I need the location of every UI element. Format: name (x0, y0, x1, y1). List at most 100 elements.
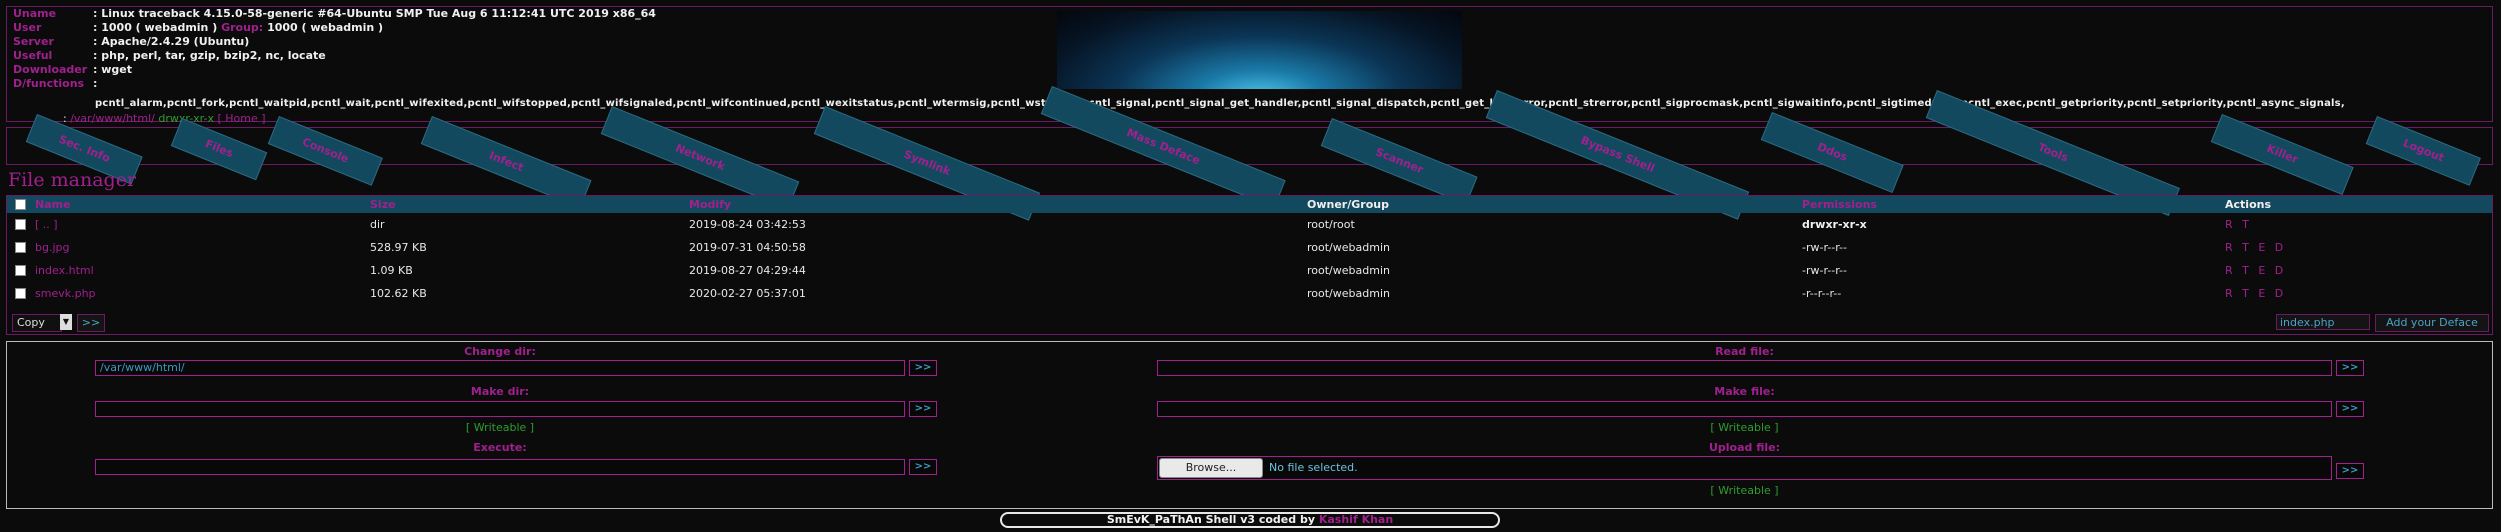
chevron-down-icon[interactable]: ▼ (60, 314, 72, 330)
user-row: User: 1000 ( webadmin ) Group: 1000 ( we… (13, 21, 384, 34)
file-modify: 2019-08-27 04:29:44 (689, 264, 806, 277)
select-all-checkbox[interactable] (15, 199, 26, 210)
uname-row: Uname: Linux traceback 4.15.0-58-generic… (13, 7, 656, 20)
file-name-link[interactable]: bg.jpg (35, 239, 69, 256)
file-perms[interactable]: -rw-r--r-- (1802, 262, 1847, 279)
file-size: 1.09 KB (370, 264, 413, 277)
table-header: Name Size Modify Owner/Group Permissions… (7, 196, 2492, 213)
group-value: 1000 ( webadmin ) (267, 21, 384, 34)
file-owner: root/webadmin (1307, 287, 1390, 300)
table-row: index.html 1.09 KB 2019-08-27 04:29:44 r… (7, 262, 2492, 280)
change-dir-input[interactable]: /var/www/html/ (95, 360, 905, 376)
upload-writeable-status: [ Writeable ] (1710, 484, 1779, 497)
table-row: smevk.php 102.62 KB 2020-02-27 05:37:01 … (7, 285, 2492, 303)
row-checkbox[interactable] (15, 219, 26, 230)
home-link[interactable]: [ Home ] (217, 112, 265, 125)
make-file-writeable-status: [ Writeable ] (1710, 421, 1779, 434)
user-label: User (13, 21, 42, 34)
file-owner: root/root (1307, 218, 1355, 231)
change-dir-label: Change dir: (464, 345, 536, 358)
useful-row: Useful: php, perl, tar, gzip, bzip2, nc,… (13, 49, 326, 62)
server-row: Server: Apache/2.4.29 (Ubuntu) (13, 35, 250, 48)
file-modify: 2019-07-31 04:50:58 (689, 241, 806, 254)
useful-label: Useful (13, 49, 53, 62)
downloader-row: Downloader: wget (13, 63, 132, 76)
row-checkbox[interactable] (15, 242, 26, 253)
read-file-input[interactable] (1157, 360, 2332, 376)
col-actions: Actions (2225, 198, 2271, 211)
nav-files[interactable]: Files (170, 118, 268, 181)
file-table: Name Size Modify Owner/Group Permissions… (6, 195, 2493, 335)
file-manager-title: File manager (8, 169, 137, 191)
upload-file-label: Upload file: (1708, 441, 1781, 454)
file-actions[interactable]: R T E D (2225, 239, 2286, 256)
dfunctions-label: D/functions (13, 77, 85, 90)
file-perms[interactable]: -r--r--r-- (1802, 285, 1841, 302)
nav-logout[interactable]: Logout (2365, 116, 2481, 186)
disabled-functions-list: pcntl_alarm,pcntl_fork,pcntl_waitpid,pcn… (95, 98, 2345, 109)
file-perms[interactable]: -rw-r--r-- (1802, 239, 1847, 256)
current-directory-line: : /var/www/html/ drwxr-xr-x [ Home ] (63, 112, 266, 125)
header-banner-image (1057, 11, 1462, 89)
group-label: Group: (221, 21, 264, 34)
uname-label: Uname (13, 7, 57, 20)
bulk-action-select[interactable]: Copy (12, 314, 62, 332)
col-size[interactable]: Size (370, 196, 396, 213)
upload-go-button[interactable]: >> (2336, 463, 2364, 479)
execute-label: Execute: (473, 441, 527, 454)
make-dir-writeable-status: [ Writeable ] (465, 421, 535, 434)
file-owner: root/webadmin (1307, 264, 1390, 277)
make-file-label: Make file: (1714, 385, 1775, 398)
file-actions[interactable]: R T E D (2225, 262, 2286, 279)
col-name[interactable]: Name (35, 196, 71, 213)
system-info-panel: Uname: Linux traceback 4.15.0-58-generic… (6, 6, 2493, 125)
file-perms[interactable]: drwxr-xr-x (1802, 216, 1867, 233)
nav-menu: Sec. Info Files Console Infect Network S… (6, 86, 2493, 221)
file-modify: 2020-02-27 05:37:01 (689, 287, 806, 300)
col-permissions[interactable]: Permissions (1802, 196, 1877, 213)
deface-filename-input[interactable]: index.php (2276, 314, 2370, 330)
file-size: 528.97 KB (370, 241, 427, 254)
read-file-go-button[interactable]: >> (2336, 360, 2364, 376)
row-checkbox[interactable] (15, 265, 26, 276)
make-file-input[interactable] (1157, 401, 2332, 417)
bulk-actions-bar: Copy ▼ >> index.php Add your Deface (7, 312, 2492, 332)
file-owner: root/webadmin (1307, 241, 1390, 254)
col-modify[interactable]: Modify (689, 196, 731, 213)
tools-forms-panel: Change dir: /var/www/html/ >> Make dir: … (6, 341, 2493, 509)
row-checkbox[interactable] (15, 288, 26, 299)
file-actions[interactable]: R T E D (2225, 285, 2286, 302)
add-deface-button[interactable]: Add your Deface (2375, 314, 2489, 332)
uname-value: Linux traceback 4.15.0-58-generic #64-Ub… (101, 7, 656, 20)
read-file-label: Read file: (1715, 345, 1774, 358)
execute-go-button[interactable]: >> (909, 459, 937, 475)
table-row: bg.jpg 528.97 KB 2019-07-31 04:50:58 roo… (7, 239, 2492, 257)
table-row: [ .. ] dir 2019-08-24 03:42:53 root/root… (7, 216, 2492, 234)
useful-value: php, perl, tar, gzip, bzip2, nc, locate (101, 49, 326, 62)
user-value: 1000 ( webadmin ) (101, 21, 218, 34)
file-name-link[interactable]: index.html (35, 262, 94, 279)
file-name-link[interactable]: [ .. ] (35, 216, 58, 233)
bulk-go-button[interactable]: >> (77, 314, 105, 332)
cwd-path-link[interactable]: /var/www/html/ (70, 112, 155, 125)
nav-scanner[interactable]: Scanner (1320, 118, 1478, 205)
browse-button[interactable]: Browse... (1159, 458, 1263, 478)
file-actions[interactable]: R T (2225, 216, 2252, 233)
footer-author: Kashif Khan (1318, 513, 1394, 526)
make-dir-label: Make dir: (470, 385, 530, 398)
nav-ddos[interactable]: Ddos (1760, 112, 1904, 194)
nav-killer[interactable]: Killer (2210, 114, 2354, 196)
make-dir-go-button[interactable]: >> (909, 401, 937, 417)
file-name-link[interactable]: smevk.php (35, 285, 96, 302)
server-label: Server (13, 35, 54, 48)
execute-input[interactable] (95, 459, 905, 475)
nav-console[interactable]: Console (267, 116, 383, 186)
file-modify: 2019-08-24 03:42:53 (689, 218, 806, 231)
dfunctions-row: D/functions: (13, 77, 98, 90)
make-file-go-button[interactable]: >> (2336, 401, 2364, 417)
footer-credit: SmEvK_PaThAn Shell v3 coded by Kashif Kh… (1000, 512, 1500, 528)
downloader-value: wget (101, 63, 132, 76)
change-dir-go-button[interactable]: >> (909, 360, 937, 376)
server-value: Apache/2.4.29 (Ubuntu) (101, 35, 250, 48)
make-dir-input[interactable] (95, 401, 905, 417)
